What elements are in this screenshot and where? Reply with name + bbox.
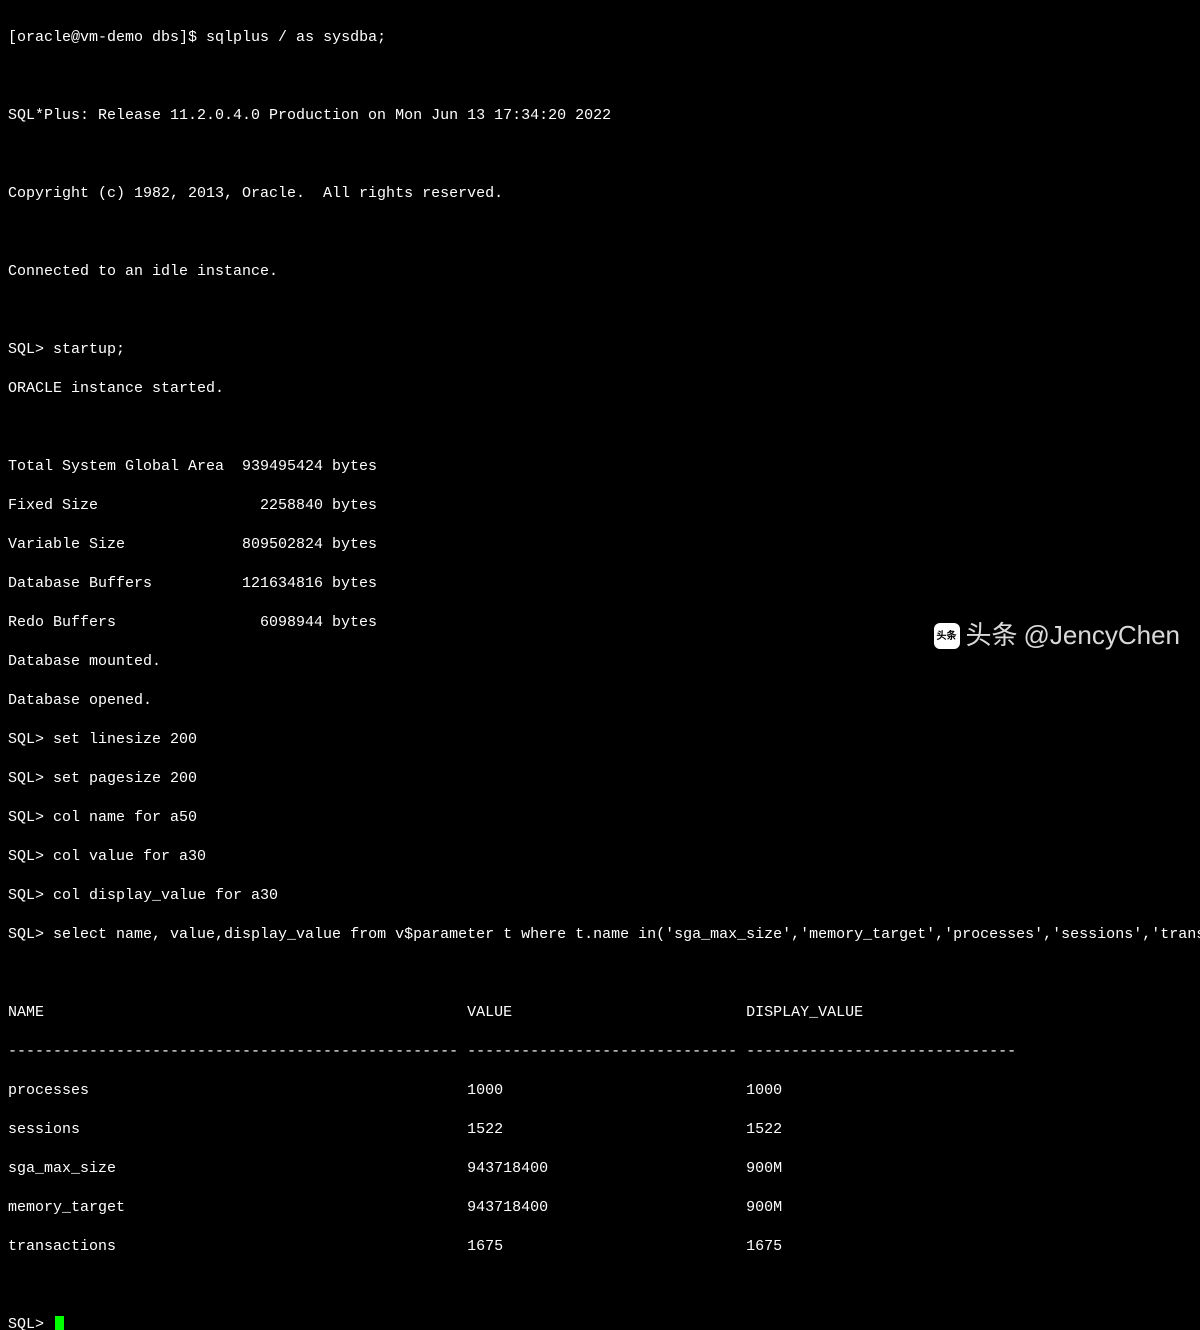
sql-command: startup; <box>53 341 125 358</box>
table-row: transactions 1675 1675 <box>8 1237 1192 1257</box>
table-header: NAME VALUE DISPLAY_VALUE <box>8 1003 1192 1023</box>
sql-prompt: SQL> <box>8 809 53 826</box>
blank-line <box>8 145 1192 165</box>
table-row: processes 1000 1000 <box>8 1081 1192 1101</box>
sql-line: SQL> startup; <box>8 340 1192 360</box>
db-opened: Database opened. <box>8 691 1192 711</box>
blank-line <box>8 301 1192 321</box>
table-row: sessions 1522 1522 <box>8 1120 1192 1140</box>
watermark: 头条 头条 @JencyChen <box>934 619 1181 653</box>
sql-prompt: SQL> <box>8 887 53 904</box>
table-row: sga_max_size 943718400 900M <box>8 1159 1192 1179</box>
sql-line: SQL> col name for a50 <box>8 808 1192 828</box>
sql-command: set linesize 200 <box>53 731 197 748</box>
blank-line <box>8 418 1192 438</box>
sql-prompt: SQL> <box>8 926 53 943</box>
memory-line: Database Buffers 121634816 bytes <box>8 574 1192 594</box>
sql-prompt: SQL> <box>8 341 53 358</box>
watermark-logo-icon: 头条 <box>934 623 960 649</box>
instance-started: ORACLE instance started. <box>8 379 1192 399</box>
sql-line: SQL> select name, value,display_value fr… <box>8 925 1192 945</box>
sql-line: SQL> set pagesize 200 <box>8 769 1192 789</box>
sqlplus-banner: SQL*Plus: Release 11.2.0.4.0 Production … <box>8 106 1192 126</box>
terminal-output[interactable]: [oracle@vm-demo dbs]$ sqlplus / as sysdb… <box>8 8 1192 1330</box>
shell-line: [oracle@vm-demo dbs]$ sqlplus / as sysdb… <box>8 28 1192 48</box>
sql-command: set pagesize 200 <box>53 770 197 787</box>
blank-line <box>8 1276 1192 1296</box>
blank-line <box>8 67 1192 87</box>
copyright: Copyright (c) 1982, 2013, Oracle. All ri… <box>8 184 1192 204</box>
sql-prompt: SQL> <box>8 848 53 865</box>
sql-prompt: SQL> <box>8 1315 53 1330</box>
memory-line: Total System Global Area 939495424 bytes <box>8 457 1192 477</box>
cursor-icon <box>55 1316 64 1330</box>
sql-command: col value for a30 <box>53 848 206 865</box>
watermark-handle: @JencyChen <box>1024 619 1180 653</box>
table-divider: ----------------------------------------… <box>8 1042 1192 1062</box>
memory-line: Fixed Size 2258840 bytes <box>8 496 1192 516</box>
watermark-text: 头条 <box>966 619 1018 653</box>
sql-prompt-line[interactable]: SQL> <box>8 1315 1192 1330</box>
db-mounted: Database mounted. <box>8 652 1192 672</box>
shell-prompt: [oracle@vm-demo dbs]$ <box>8 29 206 46</box>
sql-line: SQL> col value for a30 <box>8 847 1192 867</box>
table-row: memory_target 943718400 900M <box>8 1198 1192 1218</box>
sql-command: col name for a50 <box>53 809 197 826</box>
sql-line: SQL> set linesize 200 <box>8 730 1192 750</box>
blank-line <box>8 964 1192 984</box>
blank-line <box>8 223 1192 243</box>
sql-prompt: SQL> <box>8 731 53 748</box>
sql-prompt: SQL> <box>8 770 53 787</box>
connected-status: Connected to an idle instance. <box>8 262 1192 282</box>
sql-command: col display_value for a30 <box>53 887 278 904</box>
memory-line: Variable Size 809502824 bytes <box>8 535 1192 555</box>
shell-command: sqlplus / as sysdba; <box>206 29 386 46</box>
sql-command: select name, value,display_value from v$… <box>53 926 1200 943</box>
sql-line: SQL> col display_value for a30 <box>8 886 1192 906</box>
